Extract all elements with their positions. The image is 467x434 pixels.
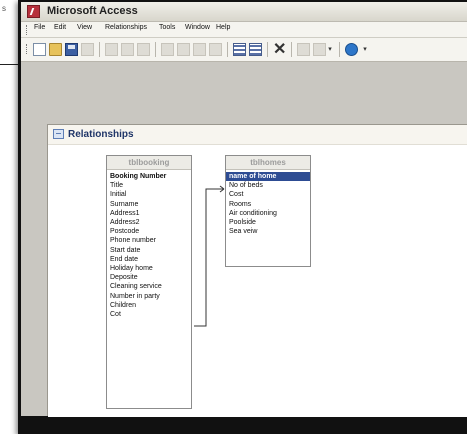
all-relationships-icon[interactable] — [249, 43, 262, 56]
table-tblhomes[interactable]: tblhomes name of home No of beds Cost Ro… — [225, 155, 311, 267]
menu-view[interactable]: View — [77, 24, 92, 31]
undo-icon[interactable] — [161, 43, 174, 56]
menu-relationships[interactable]: Relationships — [105, 24, 147, 31]
new-object-icon[interactable] — [313, 43, 326, 56]
grid-icon[interactable] — [233, 43, 246, 56]
field-children[interactable]: Children — [110, 301, 191, 310]
access-window: Microsoft Access File Edit View Relation… — [18, 0, 467, 434]
new-object-dropdown-icon[interactable]: ▾ — [326, 43, 334, 56]
toolbar: ✕ ▾ ▾ — [21, 38, 467, 62]
table-tblhomes-title[interactable]: tblhomes — [226, 156, 310, 170]
field-sea-veiw[interactable]: Sea veiw — [229, 227, 310, 236]
cut-icon[interactable] — [105, 43, 118, 56]
paste-icon[interactable] — [137, 43, 150, 56]
toolbar-separator — [227, 42, 228, 57]
toolbar-separator — [291, 42, 292, 57]
new-icon[interactable] — [33, 43, 46, 56]
menu-edit[interactable]: Edit — [54, 24, 66, 31]
menu-tools[interactable]: Tools — [159, 24, 175, 31]
fragment-text: s — [2, 4, 6, 13]
relationships-title-bar[interactable]: Relationships — [48, 125, 467, 145]
field-title[interactable]: Title — [110, 181, 191, 190]
field-name-of-home[interactable]: name of home — [226, 172, 310, 182]
field-start-date[interactable]: Start date — [110, 246, 191, 255]
table-icon[interactable] — [209, 43, 222, 56]
relationships-icon[interactable] — [297, 43, 310, 56]
field-no-of-beds[interactable]: No of beds — [229, 181, 310, 190]
title-bar: Microsoft Access — [21, 2, 467, 22]
field-air-conditioning[interactable]: Air conditioning — [229, 209, 310, 218]
field-surname[interactable]: Surname — [110, 200, 191, 209]
print-icon[interactable] — [81, 43, 94, 56]
access-app-icon[interactable] — [27, 5, 40, 18]
field-holiday-home[interactable]: Holiday home — [110, 264, 191, 273]
window-title: Microsoft Access — [47, 5, 138, 17]
delete-icon[interactable]: ✕ — [273, 42, 286, 58]
table-tblbooking[interactable]: tblbooking Booking Number Title Initial … — [106, 155, 192, 409]
field-list: name of home No of beds Cost Rooms Air c… — [226, 170, 310, 236]
field-booking-number[interactable]: Booking Number — [110, 172, 191, 181]
field-cleaning-service[interactable]: Cleaning service — [110, 282, 191, 291]
toolbar-separator — [155, 42, 156, 57]
field-poolside[interactable]: Poolside — [229, 218, 310, 227]
toolbar-options-icon[interactable]: ▾ — [361, 43, 369, 56]
field-postcode[interactable]: Postcode — [110, 227, 191, 236]
menu-file[interactable]: File — [34, 24, 45, 31]
table-tblbooking-title[interactable]: tblbooking — [107, 156, 191, 170]
toolbar-separator — [99, 42, 100, 57]
field-initial[interactable]: Initial — [110, 190, 191, 199]
field-cost[interactable]: Cost — [229, 190, 310, 199]
copy-icon[interactable] — [121, 43, 134, 56]
menu-window[interactable]: Window — [185, 24, 210, 31]
field-end-date[interactable]: End date — [110, 255, 191, 264]
toolbar-separator — [267, 42, 268, 57]
relationships-window-icon[interactable] — [53, 129, 64, 139]
field-address1[interactable]: Address1 — [110, 209, 191, 218]
toolbar-grip-icon[interactable] — [26, 44, 29, 54]
menu-grip-icon[interactable] — [26, 25, 29, 35]
field-number-in-party[interactable]: Number in party — [110, 292, 191, 301]
field-deposite[interactable]: Deposite — [110, 273, 191, 282]
field-address2[interactable]: Address2 — [110, 218, 191, 227]
toolbar-separator — [339, 42, 340, 57]
field-cot[interactable]: Cot — [110, 310, 191, 319]
redo-icon[interactable] — [177, 43, 190, 56]
field-list: Booking Number Title Initial Surname Add… — [107, 170, 191, 319]
relationships-window: Relationships tblbooking Booking Number … — [47, 124, 467, 417]
menu-help[interactable]: Help — [216, 24, 230, 31]
field-phone-number[interactable]: Phone number — [110, 236, 191, 245]
save-icon[interactable] — [65, 43, 78, 56]
help-icon[interactable] — [345, 43, 358, 56]
field-rooms[interactable]: Rooms — [229, 200, 310, 209]
access-window-inner: Microsoft Access File Edit View Relation… — [21, 2, 467, 417]
open-icon[interactable] — [49, 43, 62, 56]
relationships-title: Relationships — [68, 129, 134, 140]
relationships-canvas[interactable]: tblbooking Booking Number Title Initial … — [48, 145, 467, 417]
show-table-icon[interactable] — [193, 43, 206, 56]
menu-bar: File Edit View Relationships Tools Windo… — [21, 22, 467, 38]
